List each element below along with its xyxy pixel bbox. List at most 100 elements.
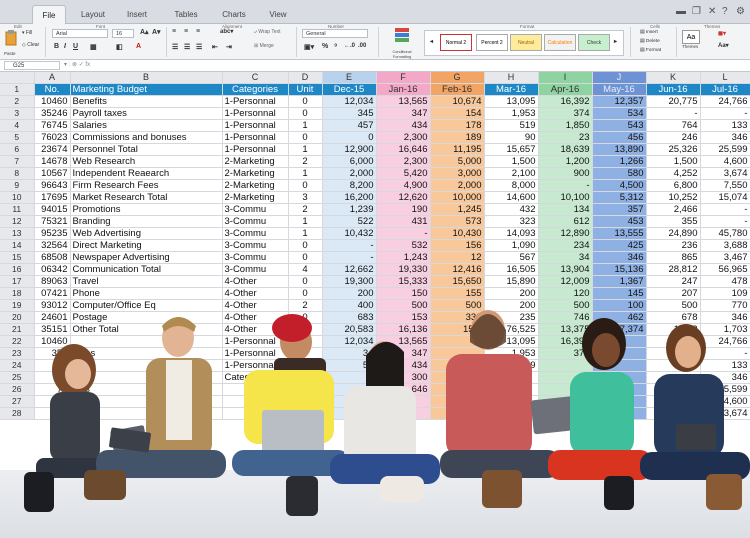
cell[interactable] bbox=[430, 407, 485, 421]
cell[interactable]: 13,555 bbox=[592, 227, 647, 241]
cell[interactable] bbox=[592, 371, 647, 385]
cell[interactable]: 0 bbox=[288, 239, 323, 253]
name-box[interactable]: G25 bbox=[4, 61, 60, 70]
header-cell[interactable]: Jan-16 bbox=[376, 83, 431, 97]
fill-color-icon[interactable]: ◧ bbox=[116, 43, 123, 51]
cell[interactable] bbox=[484, 407, 539, 421]
cell[interactable] bbox=[646, 335, 701, 349]
row-number[interactable]: 10 bbox=[0, 191, 35, 205]
cell[interactable]: 4-Other bbox=[222, 311, 289, 325]
cell[interactable]: 234 bbox=[538, 239, 593, 253]
cell[interactable] bbox=[288, 371, 323, 385]
cell[interactable]: 10567 bbox=[34, 167, 71, 181]
header-cell[interactable]: Dec-15 bbox=[322, 83, 377, 97]
cell[interactable] bbox=[70, 371, 223, 385]
cell[interactable]: 16,136 bbox=[376, 323, 431, 337]
cell[interactable]: 522 bbox=[322, 215, 377, 229]
number-format-select[interactable]: General bbox=[302, 29, 368, 38]
cell[interactable]: 3,000 bbox=[430, 167, 485, 181]
cell[interactable]: 431 bbox=[376, 215, 431, 229]
minimize-icon[interactable]: ▬ bbox=[676, 6, 686, 17]
cell[interactable]: 0 bbox=[288, 275, 323, 289]
cell[interactable]: 178 bbox=[430, 119, 485, 133]
style-neutral[interactable]: Neutral bbox=[510, 34, 542, 51]
cell[interactable]: 5,312 bbox=[592, 191, 647, 205]
cell[interactable]: 4,500 bbox=[592, 179, 647, 193]
cell[interactable] bbox=[484, 395, 539, 409]
row-number[interactable]: 24 bbox=[0, 359, 35, 373]
settings-gear-icon[interactable]: ⚙ bbox=[736, 6, 745, 17]
cell[interactable] bbox=[646, 383, 701, 397]
cell[interactable]: 1,200 bbox=[538, 155, 593, 169]
cell[interactable]: 1,245 bbox=[430, 203, 485, 217]
cell[interactable]: 330 bbox=[430, 311, 485, 325]
cell[interactable] bbox=[288, 383, 323, 397]
row-number[interactable]: 6 bbox=[0, 143, 35, 157]
cell[interactable] bbox=[538, 383, 593, 397]
column-header[interactable]: B bbox=[70, 72, 223, 85]
percent-icon[interactable]: % bbox=[322, 43, 328, 50]
cell[interactable]: 1,500 bbox=[646, 155, 701, 169]
cell[interactable]: 573 bbox=[430, 215, 485, 229]
cell[interactable]: - bbox=[700, 347, 750, 361]
cell[interactable]: Independent Reaearch bbox=[70, 167, 223, 181]
cell[interactable]: Benefits bbox=[70, 95, 223, 109]
cell[interactable]: 12,620 bbox=[376, 191, 431, 205]
cell[interactable]: 0 bbox=[288, 107, 323, 121]
style-check[interactable]: Check bbox=[578, 34, 610, 51]
row-number[interactable]: 22 bbox=[0, 335, 35, 349]
cell[interactable]: 24,890 bbox=[646, 227, 701, 241]
cell[interactable]: 0 bbox=[288, 179, 323, 193]
cell[interactable]: 519 bbox=[484, 119, 539, 133]
cell[interactable]: 3,467 bbox=[700, 251, 750, 265]
cell[interactable] bbox=[592, 395, 647, 409]
cell[interactable]: 519 bbox=[484, 359, 539, 373]
cell[interactable]: 764 bbox=[646, 119, 701, 133]
cell[interactable]: 1,239 bbox=[322, 203, 377, 217]
cell[interactable]: 500 bbox=[646, 299, 701, 313]
delete-cells-button[interactable]: ▤ Delete bbox=[640, 39, 660, 44]
cell[interactable]: 89063 bbox=[34, 275, 71, 289]
row-number[interactable]: 15 bbox=[0, 251, 35, 265]
cell[interactable]: 1,953 bbox=[484, 107, 539, 121]
cell[interactable]: 12 bbox=[430, 251, 485, 265]
cell[interactable]: 4-Other bbox=[222, 323, 289, 337]
cell[interactable]: Payroll taxes bbox=[70, 107, 223, 121]
cell[interactable]: Other Total bbox=[70, 323, 223, 337]
header-cell[interactable]: Feb-16 bbox=[430, 83, 485, 97]
row-number[interactable]: 8 bbox=[0, 167, 35, 181]
cell[interactable]: 13,095 bbox=[484, 335, 539, 349]
row-number[interactable]: 9 bbox=[0, 179, 35, 193]
cell[interactable]: 434 bbox=[376, 119, 431, 133]
header-cell[interactable]: May-16 bbox=[592, 83, 647, 97]
decimal-icon[interactable]: .00 bbox=[358, 43, 366, 49]
underline-icon[interactable]: U bbox=[73, 43, 78, 50]
cell[interactable]: 8,200 bbox=[322, 179, 377, 193]
column-header[interactable]: H bbox=[484, 72, 539, 85]
cell[interactable] bbox=[592, 407, 647, 421]
cell[interactable]: 456 bbox=[592, 131, 647, 145]
column-header[interactable]: I bbox=[538, 72, 593, 85]
cell[interactable] bbox=[592, 383, 647, 397]
cell[interactable]: 200 bbox=[484, 299, 539, 313]
cell[interactable]: 35151 bbox=[34, 323, 71, 337]
cell[interactable]: 150 bbox=[376, 287, 431, 301]
row-number[interactable]: 19 bbox=[0, 299, 35, 313]
cell[interactable]: Communication Total bbox=[70, 263, 223, 277]
cell[interactable]: 96643 bbox=[34, 179, 71, 193]
cell[interactable]: 16,392 bbox=[538, 95, 593, 109]
column-header[interactable]: E bbox=[322, 72, 377, 85]
cell[interactable] bbox=[222, 407, 289, 421]
cell[interactable]: 12,034 bbox=[322, 95, 377, 109]
cell[interactable]: 2 bbox=[288, 203, 323, 217]
format-cells-button[interactable]: ▤ Format bbox=[640, 48, 661, 53]
header-cell[interactable]: Unit bbox=[288, 83, 323, 97]
cell[interactable]: 6,800 bbox=[646, 179, 701, 193]
cell[interactable]: 1-Personnal bbox=[222, 347, 289, 361]
cell[interactable]: 2-Marketing bbox=[222, 167, 289, 181]
row-number[interactable]: 14 bbox=[0, 239, 35, 253]
cell[interactable]: 678 bbox=[646, 311, 701, 325]
cell[interactable]: 16,646 bbox=[376, 143, 431, 157]
italic-icon[interactable]: I bbox=[64, 43, 66, 50]
cell[interactable]: 357 bbox=[592, 203, 647, 217]
